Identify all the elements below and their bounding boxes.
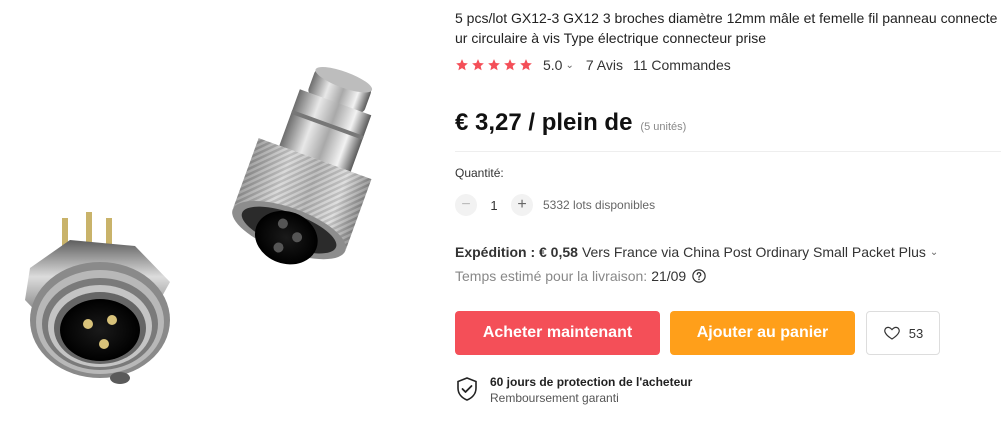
quantity-stepper: − 1 + 5332 lots disponibles: [455, 194, 655, 216]
orders-count: 11 Commandes: [632, 57, 731, 73]
product-title: 5 pcs/lot GX12-3 GX12 3 broches diamètre…: [455, 10, 998, 46]
heart-icon: [883, 326, 900, 340]
protection-title: 60 jours de protection de l'acheteur: [490, 375, 693, 389]
protection-subtitle: Remboursement garanti: [490, 391, 619, 405]
star-icon: [456, 59, 468, 71]
protection-text: 60 jours de protection de l'acheteur Rem…: [490, 374, 692, 406]
divider: [455, 151, 1001, 152]
buyer-protection: 60 jours de protection de l'acheteur Rem…: [455, 374, 692, 406]
shipping-detail[interactable]: Vers France via China Post Ordinary Smal…: [582, 244, 926, 260]
quantity-decrease-button[interactable]: −: [455, 194, 477, 216]
price-unit-note: (5 unités): [640, 121, 687, 133]
reviews-link[interactable]: 7 Avis: [586, 57, 623, 73]
shield-check-icon: [457, 377, 477, 401]
quantity-label: Quantité:: [455, 166, 504, 180]
product-image[interactable]: [0, 0, 424, 422]
star-icon: [520, 59, 532, 71]
rating-row: 5.0 ⌄ 7 Avis 11 Commandes: [455, 56, 731, 74]
chevron-down-icon[interactable]: ⌄: [930, 247, 938, 258]
add-to-cart-button[interactable]: Ajouter au panier: [670, 311, 855, 355]
quantity-increase-button[interactable]: +: [511, 194, 533, 216]
wishlist-count: 53: [908, 325, 924, 341]
rating-stars: [455, 58, 533, 72]
delivery-row: Temps estimé pour la livraison: 21/09: [455, 268, 706, 284]
wishlist-button[interactable]: 53: [866, 311, 940, 355]
shipping-row[interactable]: Expédition : € 0,58 Vers France via Chin…: [455, 244, 938, 260]
chevron-down-icon[interactable]: ⌄: [565, 60, 573, 71]
quantity-value[interactable]: 1: [477, 198, 511, 213]
shipping-cost: Expédition : € 0,58: [455, 244, 578, 260]
delivery-label: Temps estimé pour la livraison:: [455, 268, 648, 284]
star-icon: [488, 59, 500, 71]
connector-product-photo: [25, 66, 373, 384]
price-row: € 3,27 / plein de (5 unités): [455, 109, 686, 137]
delivery-date: 21/09: [651, 268, 687, 284]
stock-available: 5332 lots disponibles: [543, 198, 656, 212]
rating-value[interactable]: 5.0: [543, 57, 562, 73]
buy-now-button[interactable]: Acheter maintenant: [455, 311, 660, 355]
action-buttons: Acheter maintenant Ajouter au panier 53: [455, 311, 940, 355]
product-info-panel: 5 pcs/lot GX12-3 GX12 3 broches diamètre…: [455, 0, 1001, 422]
star-icon: [504, 59, 516, 71]
price-value: € 3,27 / plein de: [455, 109, 633, 136]
help-icon[interactable]: [692, 269, 706, 283]
star-icon: [472, 59, 484, 71]
